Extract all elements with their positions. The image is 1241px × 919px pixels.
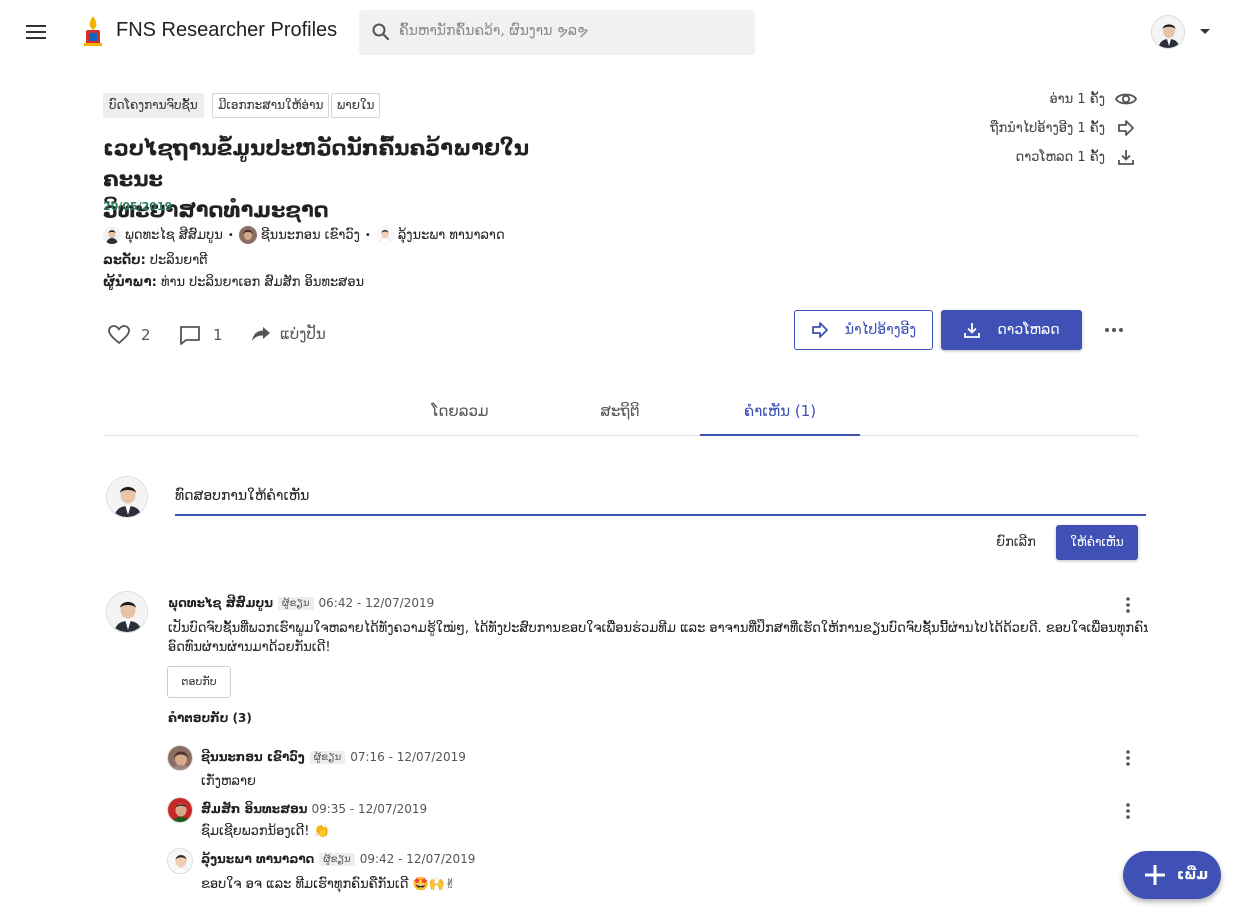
menu-button[interactable]	[22, 20, 50, 44]
reply-author-avatar[interactable]	[167, 848, 193, 874]
comment-count-button[interactable]: 1	[179, 325, 223, 345]
reply-author-name[interactable]: ຊີນນະກອນ ເຂົາວົງ	[201, 750, 305, 764]
advisor-value: ທ່ານ ປະລິນຍາເອກ ສົມສັກ ອິນທະສອນ	[160, 275, 365, 290]
author-badge: ຜູ້ຂຽນ	[319, 852, 355, 866]
more-vertical-icon	[1126, 597, 1130, 613]
search-icon	[372, 23, 390, 41]
download-count: ດາວໂຫລດ 1 ຄັ້ງ	[1016, 147, 1137, 167]
reply-text: ຂອບໃຈ ອຈ ແລະ ທີມເຮົາທຸກຄົນຄືກັນເດີ 🤩🙌✌	[201, 877, 456, 892]
download-label: ດາວໂຫລດ	[997, 322, 1060, 338]
tab-bar: ໂດຍລວມ ສະຖິຕິ ຄຳເຫັນ (1)	[103, 388, 1138, 436]
document-title-line1: ເວບໄຊຖານຂໍ້ມູນປະຫວັດນັກຄົ້ນຄວ້າພາຍໃນຄະນະ	[103, 136, 530, 191]
reply-author-avatar[interactable]	[167, 745, 193, 771]
author-badge: ຜູ້ຂຽນ	[309, 750, 346, 764]
comment-author-avatar[interactable]	[106, 591, 148, 633]
author-name-link[interactable]: ພຸດທະໄຊ ສີສົມບູນ	[125, 228, 223, 243]
reply-menu-button[interactable]	[1118, 801, 1138, 821]
reply-author-name[interactable]: ສົມສັກ ອິນທະສອນ	[201, 802, 307, 816]
more-horizontal-icon	[1105, 328, 1123, 332]
logo-icon	[82, 14, 104, 48]
menu-icon	[26, 25, 46, 39]
heart-icon	[108, 325, 130, 345]
share-label: ແບ່ງປັນ	[280, 325, 326, 343]
tab-overview[interactable]: ໂດຍລວມ	[380, 388, 540, 436]
level-value: ປະລິນຍາຕີ	[149, 253, 208, 268]
tab-statistics[interactable]: ສະຖິຕິ	[540, 388, 700, 436]
author-name-link[interactable]: ລຸ້ງນະພາ ທານາລາດ	[398, 228, 505, 243]
separator-dot: •	[364, 229, 371, 241]
comment-author-name[interactable]: ພຸດທະໄຊ ສີສົມບູນ	[168, 596, 273, 610]
cancel-button[interactable]: ຍົກເລີກ	[986, 529, 1046, 559]
account-dropdown-caret[interactable]	[1200, 29, 1210, 34]
comment-text: ເປັນບົດຈົບຊັ້ນທີ່ພວກເຮົາພູມໃຈຫລາຍໄດ້ທັງຄ…	[168, 619, 1148, 657]
reply-header: ຊີນນະກອນ ເຂົາວົງ ຜູ້ຂຽນ 07:16 - 12/07/20…	[201, 750, 466, 764]
tag-project: ບົດໂຄງການຈົບຊັ້ນ	[103, 93, 204, 118]
share-icon	[252, 327, 270, 341]
level-label: ລະດັບ:	[103, 253, 146, 268]
citation-count-text: ຖືກນຳໄປອ້າງອີງ 1 ຄັ້ງ	[990, 120, 1105, 136]
comment-count: 1	[213, 326, 223, 344]
comment-input[interactable]: ທົດສອບການໃຫ້ຄຳເຫັນ	[175, 484, 1146, 516]
search-bar[interactable]: ຄົ້ນຫານັກຄົ້ນຄວ້າ, ຜົນງານ ຯລຯ	[359, 10, 755, 55]
download-button[interactable]: ດາວໂຫລດ	[941, 310, 1082, 350]
level-line: ລະດັບ: ປະລິນຍາຕີ	[103, 253, 208, 268]
app-title[interactable]: FNS Researcher Profiles	[116, 19, 337, 42]
comment-menu-button[interactable]	[1118, 595, 1138, 615]
author-avatar[interactable]	[103, 226, 121, 244]
author-avatar[interactable]	[238, 226, 257, 244]
separator-dot: •	[227, 229, 234, 241]
reply-author-name[interactable]: ລຸ້ງນະພາ ທານາລາດ	[201, 852, 314, 866]
tag-has-file: ມີເອກກະສານໃຫ້ອ່ານ	[212, 93, 330, 118]
tag-internal: ພາຍໃນ	[331, 93, 381, 118]
current-user-avatar	[106, 476, 148, 518]
reply-header: ລຸ້ງນະພາ ທານາລາດ ຜູ້ຂຽນ 09:42 - 12/07/20…	[201, 852, 475, 866]
advisor-line: ຜູ້ນຳພາ: ທ່ານ ປະລິນຍາເອກ ສົມສັກ ອິນທະສອນ	[103, 275, 364, 290]
author-badge: ຜູ້ຂຽນ	[278, 596, 314, 610]
comment-text-line2: ອົດທົນຜ່ານຜ່ານມາດ້ວຍກັນເດີ!	[168, 640, 331, 655]
tab-comments[interactable]: ຄຳເຫັນ (1)	[700, 388, 860, 436]
plus-icon	[1145, 865, 1165, 885]
comment-time: 06:42 - 12/07/2019	[318, 596, 435, 610]
share-button[interactable]: ແບ່ງປັນ	[251, 325, 326, 343]
user-avatar[interactable]	[1151, 15, 1185, 49]
advisor-label: ຜູ້ນຳພາ:	[103, 275, 157, 290]
citation-count: ຖືກນຳໄປອ້າງອີງ 1 ຄັ້ງ	[990, 118, 1137, 138]
author-list: ພຸດທະໄຊ ສີສົມບູນ • ຊີນນະກອນ ເຂົາວົງ • ລຸ…	[103, 224, 505, 246]
forward-icon	[812, 322, 828, 338]
reply-text: ເກັ່ງຫລາຍ	[201, 774, 256, 789]
add-fab-button[interactable]: ເພີ່ມ	[1123, 851, 1221, 899]
reply-header: ສົມສັກ ອິນທະສອນ 09:35 - 12/07/2019	[201, 802, 427, 816]
download-count-text: ດາວໂຫລດ 1 ຄັ້ງ	[1015, 149, 1105, 165]
reply-time: 09:42 - 12/07/2019	[359, 852, 476, 866]
download-icon	[1118, 150, 1134, 165]
search-input[interactable]: ຄົ້ນຫານັກຄົ້ນຄວ້າ, ຜົນງານ ຯລຯ	[399, 23, 588, 39]
eye-icon	[1115, 93, 1137, 105]
reply-text: ຊົມເຊີຍພວກນ້ອງເດີ! 👏	[201, 824, 330, 839]
comment-text-line1: ເປັນບົດຈົບຊັ້ນທີ່ພວກເຮົາພູມໃຈຫລາຍໄດ້ທັງຄ…	[168, 621, 1148, 636]
submit-comment-button[interactable]: ໃຫ້ຄຳເຫັນ	[1056, 525, 1138, 560]
more-options-button[interactable]	[1104, 320, 1124, 340]
like-button[interactable]: 2	[108, 325, 151, 345]
fab-label: ເພີ່ມ	[1177, 867, 1209, 883]
reply-author-avatar[interactable]	[167, 797, 193, 823]
download-icon	[964, 323, 981, 338]
read-count: ອ່ານ 1 ຄັ້ງ	[1049, 89, 1137, 109]
reply-time: 09:35 - 12/07/2019	[311, 802, 428, 816]
reply-menu-button[interactable]	[1118, 748, 1138, 768]
comment-icon	[180, 326, 200, 345]
author-avatar[interactable]	[375, 226, 394, 244]
more-vertical-icon	[1126, 750, 1130, 766]
document-date: 20/05/2019	[103, 200, 173, 213]
cite-button[interactable]: ນຳໄປອ້າງອີງ	[794, 310, 933, 350]
like-count: 2	[141, 326, 151, 344]
reply-button[interactable]: ຕອບກັບ	[167, 666, 231, 698]
author-name-link[interactable]: ຊີນນະກອນ ເຂົາວົງ	[261, 228, 360, 243]
reply-time: 07:16 - 12/07/2019	[350, 750, 466, 764]
forward-icon	[1118, 120, 1134, 136]
replies-count: ຄຳຕອບກັບ (3)	[168, 711, 252, 725]
cite-label: ນຳໄປອ້າງອີງ	[844, 322, 917, 338]
read-count-text: ອ່ານ 1 ຄັ້ງ	[1049, 91, 1105, 107]
comment-header: ພຸດທະໄຊ ສີສົມບູນ ຜູ້ຂຽນ 06:42 - 12/07/20…	[168, 596, 434, 610]
more-vertical-icon	[1126, 803, 1130, 819]
